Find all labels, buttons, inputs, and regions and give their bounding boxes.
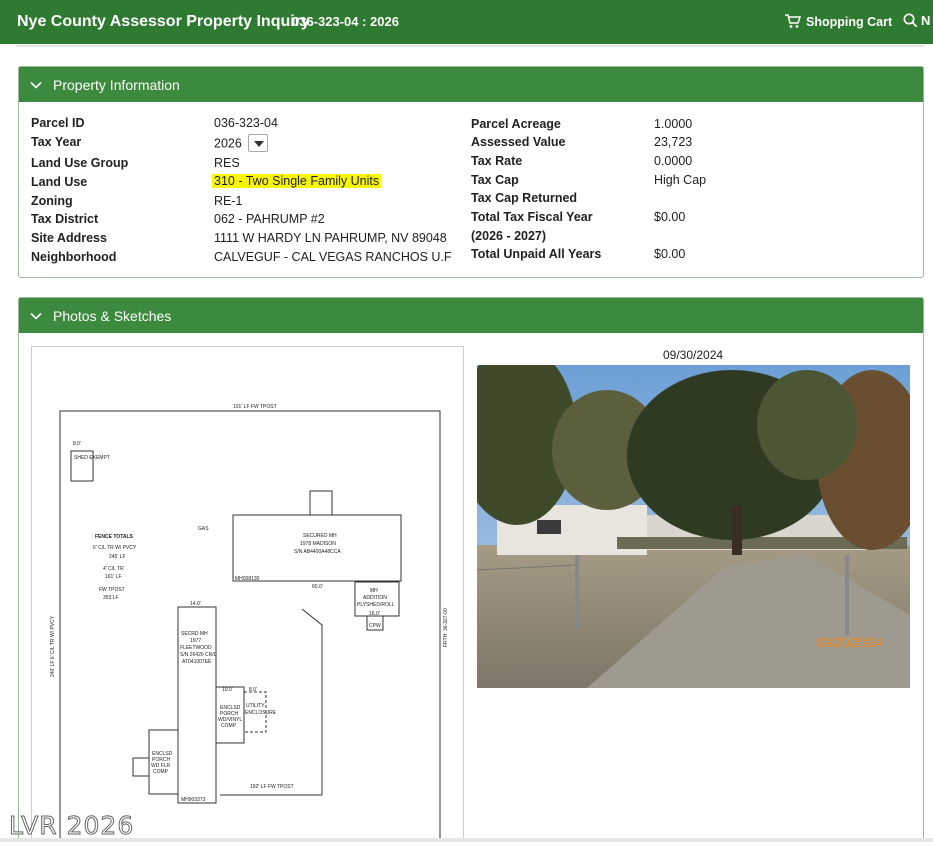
parcel-id-value: 036-323-04 [214, 116, 278, 130]
search-label: N [921, 13, 931, 28]
mh-id-1: MH008130 [235, 576, 260, 582]
mh-addition-line-3: PLYSHED/ROLL [357, 602, 395, 608]
assessed-value-label: Assessed Value [471, 135, 566, 149]
total-unpaid-value: $0.00 [654, 247, 686, 261]
app-header: Nye County Assessor Property Inquiry 036… [0, 0, 933, 44]
secrd-mh-line-3: FLEETWOOD [180, 645, 212, 651]
shopping-cart-button[interactable]: Shopping Cart [784, 14, 892, 29]
property-information-header[interactable]: Property Information [19, 67, 923, 102]
parcel-heading: 036-323-04 : 2026 [292, 14, 399, 29]
property-information-title: Property Information [53, 76, 180, 93]
enclsd2-line-4: COMP [153, 769, 169, 775]
tax-year-dropdown-button[interactable] [247, 134, 268, 152]
assessed-value-value: 23,723 [654, 135, 693, 149]
fence-line-6: 353 LF [103, 595, 119, 601]
photo-date: 09/30/2024 [663, 348, 724, 362]
photos-sketches-header[interactable]: Photos & Sketches [19, 298, 923, 333]
sketch-shed-dim: 8.0' [73, 441, 81, 447]
parcel-id-label: Parcel ID [31, 116, 85, 130]
tax-district-label: Tax District [31, 212, 99, 226]
small-addition-outline [309, 490, 333, 516]
fence-line-1: 6' C/L TR W/ PVCY [93, 545, 137, 551]
secrd-mh-line-5: AT041007EE [182, 659, 212, 665]
tax-rate-label: Tax Rate [471, 154, 523, 168]
tax-cap-value: High Cap [654, 173, 707, 187]
mh-id-2: MH903373 [181, 797, 206, 803]
utility-line-1: UTILITY [246, 703, 265, 709]
sketch-dim-8: 8.0' [249, 687, 257, 693]
sketch-dim-14: 14.0' [190, 601, 201, 607]
sketch-cpw-label: CPW [369, 623, 381, 629]
sketch-shed-label: SHED EXEMPT [74, 455, 110, 461]
property-sketch[interactable]: 101' LF FW TPOST 8.0' SHED EXEMPT FENCE … [31, 346, 464, 842]
tax-cap-label: Tax Cap [471, 173, 519, 187]
parcel-acreage-label: Parcel Acreage [471, 117, 561, 131]
utility-line-2: ENCLOSURE [245, 710, 277, 716]
sketch-bottom-label: 192' LF FW TPOST [250, 784, 294, 790]
sketch-gas-label: GAS [198, 526, 209, 532]
shopping-cart-label: Shopping Cart [806, 14, 893, 29]
secured-mh-outline [232, 514, 402, 582]
tax-year-select[interactable]: 2026 [214, 134, 268, 153]
fence-line-2: 245' LF [109, 554, 126, 560]
fence-line-5: FW TPOST [99, 587, 125, 593]
fence-line-4: 161' LF [105, 574, 122, 580]
mh-addition-line-1: MH [370, 588, 378, 594]
property-photo[interactable]: 09/30/2024 [457, 345, 927, 688]
sketch-top-label: 101' LF FW TPOST [233, 404, 277, 410]
sketch-dim-16: 16.0' [369, 611, 380, 617]
tax-district-value: 062 - PAHRUMP #2 [214, 212, 325, 226]
mh-addition-line-2: ADDITION [363, 595, 387, 601]
secrd-mh-line-4: S/N 26426 CR/L [180, 652, 217, 658]
total-tax-fiscal-year-value: $0.00 [654, 210, 686, 224]
bottom-edge [0, 838, 933, 842]
secured-mh-line-2: 1978 MADISON [300, 541, 336, 547]
cart-icon [785, 14, 801, 28]
search-button[interactable]: N [903, 13, 930, 28]
zoning-label: Zoning [31, 194, 73, 208]
header-divider [16, 45, 924, 47]
photo-date-stamp: 09/30/2024 [817, 635, 882, 650]
tax-year-label: Tax Year [31, 135, 82, 149]
search-icon [903, 13, 918, 28]
total-unpaid-label: Total Unpaid All Years [471, 247, 602, 261]
land-use-group-label: Land Use Group [31, 156, 129, 170]
tax-year-value: 2026 [214, 136, 242, 151]
fiscal-year-range-label: (2026 - 2027) [471, 229, 547, 243]
fence-totals-title: FENCE TOTALS [95, 534, 134, 540]
site-address-value: 1111 W HARDY LN PAHRUMP, NV 89048 [214, 231, 447, 245]
fence-path [220, 608, 323, 796]
fence-line-3: 4' C/L TR [103, 566, 124, 572]
watermark: LVR 2026 [8, 811, 135, 841]
land-use-label: Land Use [31, 175, 88, 189]
land-use-group-value: RES [214, 156, 240, 170]
neighborhood-value: CALVEGUF - CAL VEGAS RANCHOS U.F [214, 250, 452, 264]
secrd-mh-line-1: SECRD MH [181, 631, 208, 637]
total-tax-fiscal-year-label: Total Tax Fiscal Year [471, 210, 593, 224]
secured-mh-line-3: S/N AB4400A48CCA [294, 549, 341, 555]
chevron-down-icon [30, 312, 42, 320]
land-use-value: 310 - Two Single Family Units [212, 174, 382, 188]
zoning-value: RE-1 [214, 194, 243, 208]
step-outline [132, 757, 150, 777]
site-address-label: Site Address [31, 231, 107, 245]
secured-mh-line-1: SECURED MH [303, 533, 337, 539]
tax-rate-value: 0.0000 [654, 154, 693, 168]
sketch-dim-10: 10.0' [222, 687, 233, 693]
land-use-highlighted-text: 310 - Two Single Family Units [212, 174, 382, 188]
parcel-acreage-value: 1.0000 [654, 117, 693, 131]
secrd-mh-line-2: 1977 [190, 638, 201, 644]
sketch-right-side-label: FRTH: 36-327-00 [443, 608, 449, 647]
tax-cap-returned-label: Tax Cap Returned [471, 191, 578, 205]
enclsd-line-4: COMP [221, 723, 237, 729]
chevron-down-icon [30, 81, 42, 89]
sketch-left-side-label: 240' LF 6' C/L TR W/ PVCY [50, 615, 56, 677]
photos-sketches-title: Photos & Sketches [53, 307, 172, 324]
sketch-dim-60: 60.0' [312, 584, 323, 590]
page-title: Nye County Assessor Property Inquiry [17, 13, 310, 30]
neighborhood-label: Neighborhood [31, 250, 117, 264]
